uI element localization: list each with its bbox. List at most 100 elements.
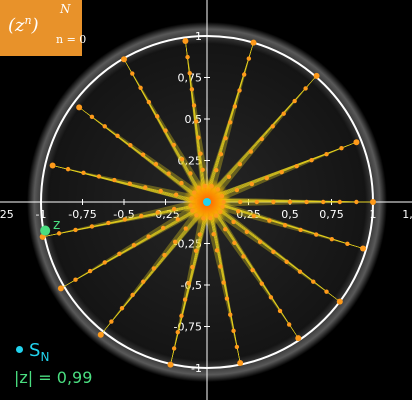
tip-point <box>121 56 127 63</box>
power-point <box>287 199 293 205</box>
power-point <box>196 135 201 140</box>
power-point <box>251 213 257 219</box>
power-point <box>279 169 284 175</box>
power-point <box>236 209 241 214</box>
power-point <box>155 210 160 215</box>
tip-point <box>353 139 360 146</box>
power-point <box>179 156 185 162</box>
title-subscript: n = 0 <box>56 33 87 46</box>
power-point <box>102 260 107 265</box>
power-point <box>102 124 107 129</box>
power-point <box>191 103 197 108</box>
power-point <box>221 280 226 285</box>
power-point <box>345 241 350 247</box>
power-point <box>89 114 95 120</box>
y-tick-label: 1,25 <box>178 0 203 2</box>
power-point <box>267 218 272 223</box>
power-point <box>329 236 335 242</box>
title-expression: (zn) <box>8 14 39 36</box>
power-point <box>223 227 228 232</box>
power-point <box>153 161 159 167</box>
tip-point <box>49 162 56 169</box>
power-point <box>106 220 111 226</box>
power-point <box>182 297 188 302</box>
z-point-handle[interactable] <box>40 225 51 236</box>
power-point <box>127 181 133 186</box>
power-point <box>209 183 214 189</box>
tip-point <box>182 37 189 44</box>
power-point <box>192 190 197 195</box>
power-point <box>271 249 276 254</box>
power-point <box>215 187 221 192</box>
complex-plane[interactable]: -1,25-1-0,75-0,5-0,250,250,50,7511,251,2… <box>0 0 412 400</box>
power-point <box>143 185 148 190</box>
power-point <box>231 219 236 225</box>
power-point <box>193 248 199 254</box>
power-point <box>220 204 225 209</box>
power-point <box>162 252 167 258</box>
power-point <box>246 56 252 61</box>
power-point <box>202 183 208 189</box>
power-point <box>171 206 177 212</box>
power-point <box>175 217 180 222</box>
power-point <box>96 174 102 179</box>
power-point <box>223 136 228 141</box>
power-point <box>237 161 243 167</box>
tip-point <box>76 104 83 111</box>
power-point <box>224 296 230 301</box>
power-point <box>87 268 93 274</box>
power-point <box>237 88 242 93</box>
power-point <box>173 192 179 197</box>
power-point <box>259 136 264 142</box>
power-point <box>264 175 269 181</box>
power-point <box>89 224 95 229</box>
legend-sum: SN <box>16 340 49 364</box>
power-point <box>232 104 238 109</box>
power-point <box>112 177 117 183</box>
power-point <box>197 232 202 237</box>
power-point <box>339 146 344 151</box>
power-point <box>218 151 224 157</box>
power-point <box>179 180 184 186</box>
power-point <box>257 239 263 245</box>
sum-marker-icon <box>16 345 23 353</box>
tip-point <box>250 39 257 46</box>
power-point <box>198 151 203 156</box>
power-point <box>250 267 255 273</box>
power-point <box>171 142 176 148</box>
power-point <box>187 70 192 76</box>
plot-canvas[interactable]: -1,25-1-0,75-0,5-0,250,250,50,7511,251,2… <box>0 0 412 400</box>
power-point <box>140 152 146 157</box>
power-point <box>109 319 114 324</box>
power-point <box>286 322 292 327</box>
power-point <box>185 54 190 60</box>
x-tick-label: -1,25 <box>0 208 14 221</box>
power-point <box>232 240 237 246</box>
power-point <box>277 308 283 314</box>
power-point <box>166 171 171 176</box>
power-point <box>160 225 166 231</box>
tip-point <box>57 285 64 292</box>
power-point <box>248 149 254 154</box>
power-point <box>119 306 125 311</box>
power-point <box>311 279 316 284</box>
power-point <box>218 209 223 215</box>
power-point <box>155 114 160 119</box>
power-point <box>128 143 133 148</box>
power-point <box>268 295 274 300</box>
power-point <box>139 213 144 219</box>
sum-point[interactable] <box>203 198 211 206</box>
tip-point <box>237 360 244 367</box>
power-point <box>196 185 201 190</box>
title-badge: (zn) N n = 0 <box>0 0 86 56</box>
power-point <box>146 234 151 239</box>
tip-point <box>295 335 302 342</box>
power-point <box>228 312 233 317</box>
tip-point <box>360 245 367 252</box>
power-point <box>254 199 259 205</box>
power-point <box>146 99 152 105</box>
power-point <box>321 199 326 205</box>
power-point <box>244 229 250 235</box>
power-point <box>179 313 184 319</box>
power-point <box>354 199 359 205</box>
